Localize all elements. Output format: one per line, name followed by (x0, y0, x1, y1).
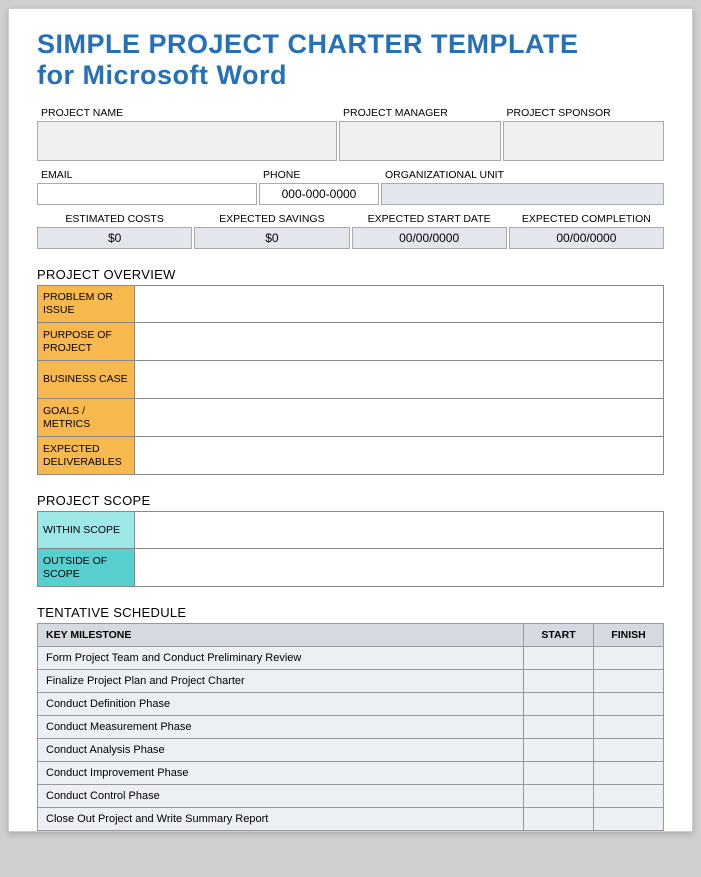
schedule-start[interactable] (524, 785, 594, 808)
schedule-milestone[interactable]: Conduct Control Phase (38, 785, 524, 808)
schedule-table: KEY MILESTONE START FINISH Form Project … (37, 623, 664, 831)
overview-row-field[interactable] (135, 437, 664, 475)
schedule-milestone[interactable]: Conduct Improvement Phase (38, 762, 524, 785)
overview-row-field[interactable] (135, 323, 664, 361)
exp-savings-field[interactable]: $0 (194, 227, 349, 249)
schedule-finish[interactable] (594, 739, 664, 762)
page-title: SIMPLE PROJECT CHARTER TEMPLATE for Micr… (37, 29, 664, 91)
exp-savings-label: EXPECTED SAVINGS (194, 211, 349, 227)
overview-row-field[interactable] (135, 285, 664, 323)
project-manager-field[interactable] (339, 121, 501, 161)
schedule-finish[interactable] (594, 762, 664, 785)
exp-completion-label: EXPECTED COMPLETION (509, 211, 664, 227)
org-unit-field[interactable] (381, 183, 664, 205)
phone-field[interactable]: 000-000-0000 (259, 183, 379, 205)
overview-table: PROBLEM OR ISSUE PURPOSE OF PROJECT BUSI… (37, 285, 664, 475)
overview-row: PURPOSE OF PROJECT (37, 323, 664, 361)
scope-row-field[interactable] (135, 549, 664, 587)
overview-row: PROBLEM OR ISSUE (37, 285, 664, 323)
overview-row-label: PROBLEM OR ISSUE (37, 285, 135, 323)
schedule-row: Close Out Project and Write Summary Repo… (38, 808, 664, 831)
schedule-milestone[interactable]: Finalize Project Plan and Project Charte… (38, 670, 524, 693)
schedule-row: Conduct Definition Phase (38, 693, 664, 716)
schedule-row: Finalize Project Plan and Project Charte… (38, 670, 664, 693)
scope-table: WITHIN SCOPE OUTSIDE OF SCOPE (37, 511, 664, 587)
est-costs-label: ESTIMATED COSTS (37, 211, 192, 227)
schedule-row: Form Project Team and Conduct Preliminar… (38, 647, 664, 670)
schedule-start[interactable] (524, 693, 594, 716)
schedule-milestone[interactable]: Conduct Measurement Phase (38, 716, 524, 739)
overview-row: BUSINESS CASE (37, 361, 664, 399)
schedule-header-row: KEY MILESTONE START FINISH (38, 624, 664, 647)
scope-row-label: OUTSIDE OF SCOPE (37, 549, 135, 587)
schedule-start[interactable] (524, 808, 594, 831)
schedule-finish[interactable] (594, 647, 664, 670)
overview-row: EXPECTED DELIVERABLES (37, 437, 664, 475)
schedule-finish[interactable] (594, 693, 664, 716)
schedule-finish[interactable] (594, 785, 664, 808)
project-name-label: PROJECT NAME (37, 105, 337, 121)
overview-heading: PROJECT OVERVIEW (37, 267, 664, 282)
schedule-col-finish: FINISH (594, 624, 664, 647)
project-sponsor-label: PROJECT SPONSOR (503, 105, 665, 121)
schedule-finish[interactable] (594, 808, 664, 831)
project-name-field[interactable] (37, 121, 337, 161)
schedule-milestone[interactable]: Close Out Project and Write Summary Repo… (38, 808, 524, 831)
schedule-row: Conduct Control Phase (38, 785, 664, 808)
contact-grid: EMAIL PHONE ORGANIZATIONAL UNIT 000-000-… (37, 167, 664, 205)
phone-label: PHONE (259, 167, 379, 183)
document-page: SIMPLE PROJECT CHARTER TEMPLATE for Micr… (8, 8, 693, 832)
financials-grid: ESTIMATED COSTS EXPECTED SAVINGS EXPECTE… (37, 211, 664, 249)
schedule-start[interactable] (524, 762, 594, 785)
schedule-start[interactable] (524, 716, 594, 739)
scope-heading: PROJECT SCOPE (37, 493, 664, 508)
schedule-finish[interactable] (594, 716, 664, 739)
schedule-heading: TENTATIVE SCHEDULE (37, 605, 664, 620)
schedule-milestone[interactable]: Conduct Analysis Phase (38, 739, 524, 762)
overview-row-label: EXPECTED DELIVERABLES (37, 437, 135, 475)
overview-row-label: GOALS / METRICS (37, 399, 135, 437)
schedule-start[interactable] (524, 670, 594, 693)
email-label: EMAIL (37, 167, 257, 183)
schedule-start[interactable] (524, 739, 594, 762)
schedule-col-milestone: KEY MILESTONE (38, 624, 524, 647)
schedule-finish[interactable] (594, 670, 664, 693)
project-identity-grid: PROJECT NAME PROJECT MANAGER PROJECT SPO… (37, 105, 664, 161)
schedule-row: Conduct Analysis Phase (38, 739, 664, 762)
exp-start-field[interactable]: 00/00/0000 (352, 227, 507, 249)
schedule-milestone[interactable]: Form Project Team and Conduct Preliminar… (38, 647, 524, 670)
scope-row: WITHIN SCOPE (37, 511, 664, 549)
project-manager-label: PROJECT MANAGER (339, 105, 501, 121)
schedule-body: Form Project Team and Conduct Preliminar… (38, 647, 664, 831)
overview-row-label: PURPOSE OF PROJECT (37, 323, 135, 361)
overview-row-field[interactable] (135, 361, 664, 399)
exp-start-label: EXPECTED START DATE (352, 211, 507, 227)
est-costs-field[interactable]: $0 (37, 227, 192, 249)
schedule-row: Conduct Measurement Phase (38, 716, 664, 739)
title-line-2: for Microsoft Word (37, 60, 664, 91)
overview-row: GOALS / METRICS (37, 399, 664, 437)
schedule-milestone[interactable]: Conduct Definition Phase (38, 693, 524, 716)
project-sponsor-field[interactable] (503, 121, 665, 161)
scope-row: OUTSIDE OF SCOPE (37, 549, 664, 587)
scope-row-label: WITHIN SCOPE (37, 511, 135, 549)
overview-row-label: BUSINESS CASE (37, 361, 135, 399)
exp-completion-field[interactable]: 00/00/0000 (509, 227, 664, 249)
title-line-1: SIMPLE PROJECT CHARTER TEMPLATE (37, 29, 664, 60)
email-field[interactable] (37, 183, 257, 205)
scope-row-field[interactable] (135, 511, 664, 549)
org-unit-label: ORGANIZATIONAL UNIT (381, 167, 664, 183)
schedule-start[interactable] (524, 647, 594, 670)
schedule-col-start: START (524, 624, 594, 647)
schedule-row: Conduct Improvement Phase (38, 762, 664, 785)
overview-row-field[interactable] (135, 399, 664, 437)
